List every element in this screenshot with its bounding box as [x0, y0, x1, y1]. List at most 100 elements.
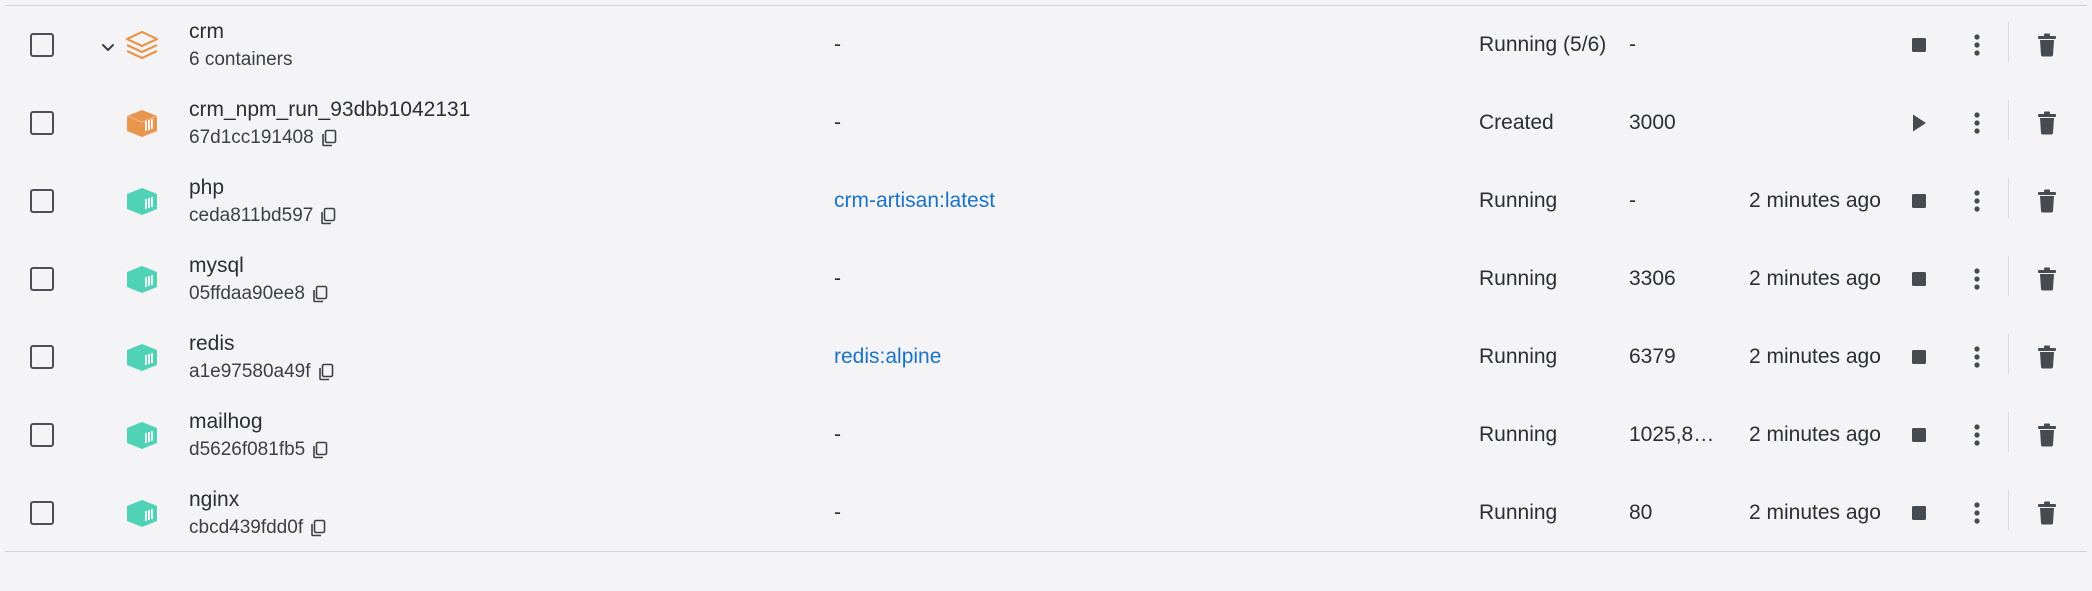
copy-icon[interactable] [311, 441, 329, 459]
container-select-checkbox[interactable] [30, 345, 54, 369]
more-options-button[interactable] [1963, 499, 1991, 527]
container-image: - [834, 423, 841, 446]
trash-icon [2038, 501, 2056, 525]
stop-icon [1912, 428, 1926, 442]
more-options-button[interactable] [1963, 421, 1991, 449]
container-image: - [834, 267, 841, 290]
delete-button[interactable] [2033, 187, 2061, 215]
container-status: Created [1479, 111, 1554, 134]
container-id: d5626f081fb5 [189, 439, 306, 460]
copy-icon[interactable] [311, 285, 329, 303]
container-port[interactable]: 1025,8… [1629, 396, 1719, 474]
kebab-menu-icon [1974, 34, 1980, 56]
container-row[interactable]: redis a1e97580a49f redis:alpine Running … [5, 318, 2087, 396]
more-options-button[interactable] [1963, 31, 1991, 59]
actions-divider [2008, 334, 2009, 374]
container-id: 05ffdaa90ee8 [189, 283, 305, 304]
container-name[interactable]: redis [189, 331, 335, 357]
kebab-menu-icon [1974, 424, 1980, 446]
group-image: - [834, 33, 841, 56]
delete-button[interactable] [2033, 343, 2061, 371]
container-name[interactable]: crm_npm_run_93dbb1042131 [189, 97, 470, 123]
delete-button[interactable] [2033, 31, 2061, 59]
trash-icon [2038, 33, 2056, 57]
container-port[interactable]: 3306 [1629, 240, 1719, 318]
trash-icon [2038, 423, 2056, 447]
play-icon [1913, 114, 1926, 132]
more-options-button[interactable] [1963, 187, 1991, 215]
container-status: Running [1479, 345, 1558, 368]
container-name[interactable]: mysql [189, 253, 329, 279]
container-row[interactable]: mysql 05ffdaa90ee8 - Running 3306 2 minu… [5, 240, 2087, 318]
copy-icon[interactable] [309, 519, 327, 537]
copy-icon[interactable] [317, 363, 335, 381]
actions-divider [2008, 256, 2009, 296]
copy-icon[interactable] [319, 207, 337, 225]
container-status: Running [1479, 501, 1558, 524]
actions-divider [2008, 178, 2009, 218]
container-id: cbcd439fdd0f [189, 517, 304, 538]
group-port: - [1629, 33, 1636, 56]
container-select-checkbox[interactable] [30, 189, 54, 213]
actions-divider [2008, 412, 2009, 452]
container-select-checkbox[interactable] [30, 423, 54, 447]
stop-button[interactable] [1905, 343, 1933, 371]
container-name[interactable]: mailhog [189, 409, 329, 435]
stop-icon [1912, 194, 1926, 208]
container-id: 67d1cc191408 [189, 127, 314, 148]
container-icon [127, 344, 157, 371]
container-select-checkbox[interactable] [30, 267, 54, 291]
container-port[interactable]: - [1629, 162, 1719, 240]
group-name: crm [189, 20, 224, 43]
chevron-down-icon[interactable] [97, 36, 119, 58]
stop-button[interactable] [1905, 265, 1933, 293]
more-options-button[interactable] [1963, 109, 1991, 137]
stop-button[interactable] [1905, 187, 1933, 215]
container-status: Running [1479, 267, 1558, 290]
delete-button[interactable] [2033, 421, 2061, 449]
stop-button[interactable] [1905, 31, 1933, 59]
container-port[interactable]: 6379 [1629, 318, 1719, 396]
kebab-menu-icon [1974, 268, 1980, 290]
start-button[interactable] [1905, 109, 1933, 137]
stop-button[interactable] [1905, 499, 1933, 527]
container-started: 2 minutes ago [1749, 189, 1881, 212]
container-row[interactable]: php ceda811bd597 crm-artisan:latest Runn… [5, 162, 2087, 240]
container-image-link[interactable]: redis:alpine [834, 318, 941, 396]
delete-button[interactable] [2033, 109, 2061, 137]
container-port[interactable]: 3000 [1629, 84, 1719, 162]
container-row[interactable]: nginx cbcd439fdd0f - Running 80 2 minute… [5, 474, 2087, 552]
container-name[interactable]: php [189, 175, 337, 201]
more-options-button[interactable] [1963, 343, 1991, 371]
stop-icon [1912, 506, 1926, 520]
container-started: 2 minutes ago [1749, 423, 1881, 446]
stop-button[interactable] [1905, 421, 1933, 449]
group-subtitle: 6 containers [189, 49, 293, 70]
container-started: 2 minutes ago [1749, 345, 1881, 368]
group-select-checkbox[interactable] [30, 33, 54, 57]
delete-button[interactable] [2033, 265, 2061, 293]
stop-icon [1912, 272, 1926, 286]
stop-icon [1912, 350, 1926, 364]
compose-stack-icon [125, 30, 159, 60]
copy-icon[interactable] [320, 129, 338, 147]
container-started [1749, 84, 1885, 162]
container-image: - [834, 501, 841, 524]
compose-group-row[interactable]: crm 6 containers - Running (5/6) - [5, 6, 2087, 84]
container-name[interactable]: nginx [189, 487, 327, 513]
delete-button[interactable] [2033, 499, 2061, 527]
kebab-menu-icon [1974, 346, 1980, 368]
trash-icon [2038, 267, 2056, 291]
container-select-checkbox[interactable] [30, 111, 54, 135]
actions-divider [2008, 490, 2009, 530]
container-image: - [834, 111, 841, 134]
more-options-button[interactable] [1963, 265, 1991, 293]
container-icon [126, 110, 158, 137]
container-image-link[interactable]: crm-artisan:latest [834, 162, 995, 240]
kebab-menu-icon [1974, 190, 1980, 212]
stop-icon [1912, 38, 1926, 52]
container-row[interactable]: crm_npm_run_93dbb1042131 67d1cc191408 - … [5, 84, 2087, 162]
container-row[interactable]: mailhog d5626f081fb5 - Running 1025,8… 2… [5, 396, 2087, 474]
container-port[interactable]: 80 [1629, 474, 1719, 552]
container-select-checkbox[interactable] [30, 501, 54, 525]
